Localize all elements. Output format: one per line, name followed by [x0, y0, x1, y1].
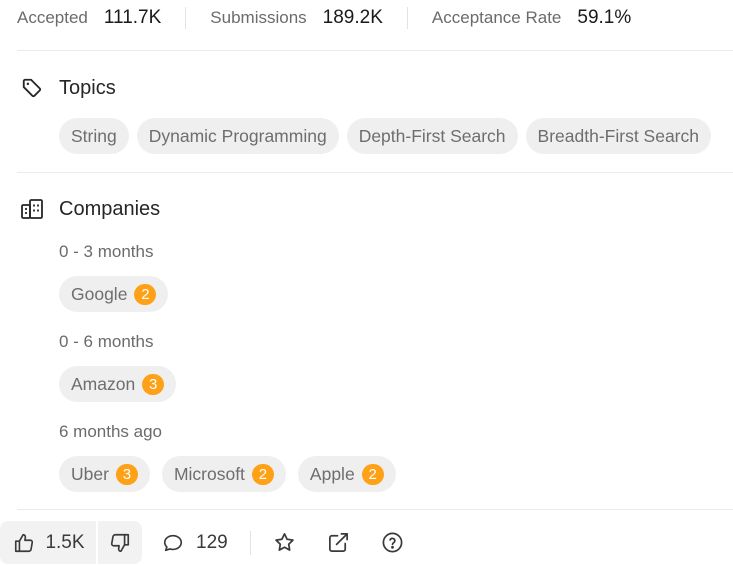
topics-header[interactable]: Topics [20, 76, 116, 100]
stat-label: Submissions [210, 8, 307, 27]
section-divider [17, 509, 733, 510]
like-button[interactable]: 1.5K [0, 521, 96, 564]
period-label: 6 months ago [59, 422, 163, 441]
stat-value: 59.1% [577, 7, 632, 28]
company-chip[interactable]: Uber 3 [59, 456, 150, 492]
company-count-badge: 3 [115, 463, 138, 485]
help-button[interactable] [381, 531, 405, 555]
divider [185, 7, 187, 29]
divider [249, 530, 251, 555]
topic-chip[interactable]: Breadth-First Search [525, 118, 711, 154]
section-divider [17, 172, 733, 173]
section-divider [17, 50, 733, 51]
stat-submissions: Submissions 189.2K [210, 7, 383, 29]
help-icon [381, 531, 404, 554]
topic-list: String Dynamic Programming Depth-First S… [59, 118, 711, 154]
building-icon [20, 197, 44, 221]
topic-chip[interactable]: String [59, 118, 129, 154]
section-title: Companies [59, 197, 161, 220]
tag-icon [20, 76, 44, 100]
like-count: 1.5K [45, 531, 85, 553]
topic-chip[interactable]: Dynamic Programming [136, 118, 339, 154]
company-name: Microsoft [173, 463, 245, 484]
favorite-button[interactable] [273, 531, 297, 555]
dislike-button[interactable] [98, 521, 142, 564]
company-name: Apple [309, 463, 355, 484]
company-name: Google [71, 283, 128, 304]
company-list: Amazon 3 [59, 366, 177, 402]
companies-header[interactable]: Companies [20, 197, 160, 221]
company-count-badge: 3 [142, 373, 165, 395]
company-count-badge: 2 [134, 283, 157, 305]
comments-button[interactable]: 129 [162, 532, 228, 554]
company-list: Uber 3 Microsoft 2 Apple 2 [59, 456, 396, 492]
company-count-badge: 2 [361, 463, 384, 485]
share-button[interactable] [327, 531, 351, 555]
star-icon [273, 531, 296, 554]
action-bar: 1.5K 129 [0, 521, 405, 564]
stat-value: 111.7K [103, 7, 162, 28]
company-chip[interactable]: Apple 2 [297, 456, 396, 492]
divider [406, 7, 408, 29]
section-title: Topics [59, 76, 116, 99]
period-label: 0 - 6 months [59, 332, 154, 351]
stat-label: Acceptance Rate [431, 8, 562, 27]
company-chip[interactable]: Amazon 3 [59, 366, 177, 402]
comment-icon [162, 532, 184, 554]
company-name: Amazon [71, 373, 136, 394]
stat-acceptance-rate: Acceptance Rate 59.1% [432, 7, 631, 29]
period-label: 0 - 3 months [59, 242, 154, 261]
comment-count: 129 [196, 531, 228, 553]
stat-label: Accepted [17, 8, 88, 27]
company-count-badge: 2 [251, 463, 274, 485]
topic-chip[interactable]: Depth-First Search [346, 118, 518, 154]
thumbs-down-icon [109, 532, 131, 554]
company-chip[interactable]: Microsoft 2 [161, 456, 286, 492]
external-link-icon [327, 531, 350, 554]
stat-value: 189.2K [322, 7, 383, 28]
company-list: Google 2 [59, 276, 169, 312]
company-name: Uber [71, 463, 109, 484]
stats-bar: Accepted 111.7K Submissions 189.2K Accep… [17, 0, 631, 36]
thumbs-up-icon [13, 532, 35, 554]
company-chip[interactable]: Google 2 [59, 276, 169, 312]
vote-group: 1.5K [0, 521, 142, 564]
stat-accepted: Accepted 111.7K [17, 7, 161, 29]
